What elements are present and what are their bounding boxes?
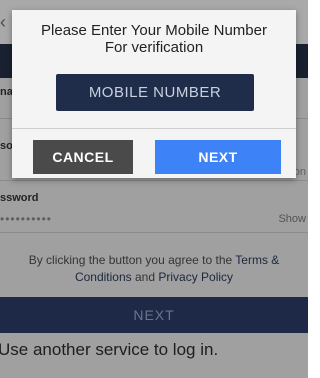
dialog-title: Please Enter Your Mobile Number For veri…	[41, 22, 267, 56]
mobile-number-input[interactable]	[56, 74, 254, 111]
next-button[interactable]: NEXT	[155, 140, 281, 174]
cancel-button[interactable]: CANCEL	[33, 140, 133, 174]
login-screen: ‹ nai so on ssword •••••••••• Show By cl…	[0, 0, 308, 378]
dialog-divider	[12, 128, 296, 129]
verification-dialog: Please Enter Your Mobile Number For veri…	[12, 10, 296, 178]
